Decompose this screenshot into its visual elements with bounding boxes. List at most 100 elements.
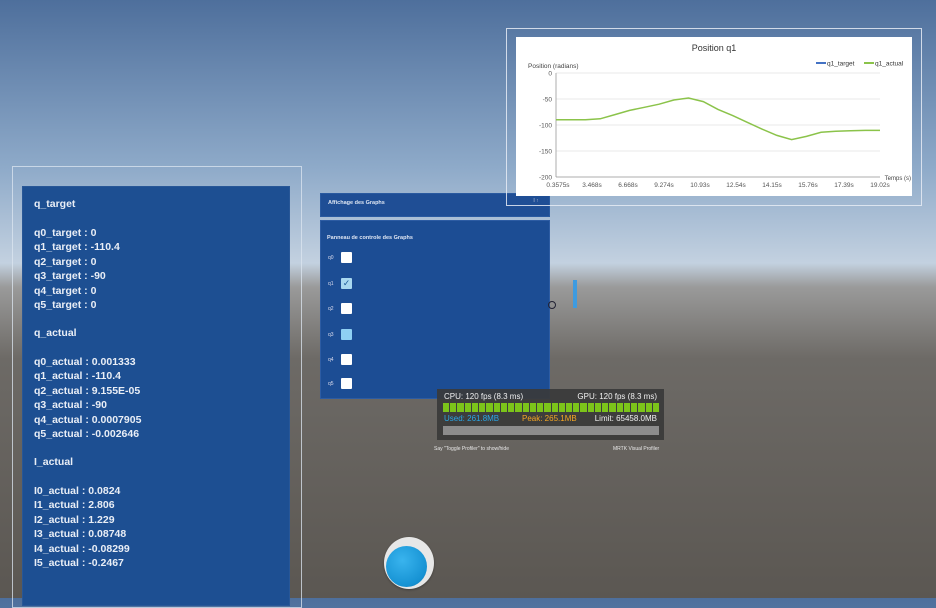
legend-label: q1_target	[827, 61, 855, 68]
frame-bar	[479, 403, 486, 412]
profiler-hint: Say "Toggle Profiler" to show/hide	[434, 446, 509, 452]
checkbox-label: q1	[328, 281, 334, 287]
q-target-value: q3_target : -90	[34, 270, 106, 283]
q-actual-value: q3_actual : -90	[34, 399, 107, 412]
frame-bar	[443, 403, 450, 412]
q-target-value: q0_target : 0	[34, 227, 97, 239]
q-actual-value: q1_actual : -110.4	[34, 370, 121, 383]
position-chart: Position q1 Position (radians) Temps (s) 0-…	[516, 37, 912, 196]
checkbox-row-q3[interactable]: q3	[328, 329, 368, 343]
heading-q-actual: q_actual	[34, 327, 77, 339]
profiler-name: MRTK Visual Profiler	[613, 446, 660, 452]
i-actual-value: I2_actual : 1.229	[34, 513, 115, 526]
x-tick-label: 10.93s	[690, 182, 710, 189]
visual-profiler: CPU: 120 fps (8.3 ms) GPU: 120 fps (8.3 …	[437, 389, 664, 440]
y-axis-label: Position (radians)	[528, 63, 579, 70]
i-actual-value: I0_actual : 0.0824	[34, 485, 121, 497]
q-actual-value: q5_actual : -0.002646	[34, 428, 140, 440]
frame-bar	[573, 403, 580, 412]
y-tick-label: 0	[548, 71, 552, 78]
frame-bar	[464, 403, 471, 412]
frame-bar	[500, 403, 508, 412]
checkbox-q4[interactable]	[341, 354, 352, 365]
x-tick-label: 3.468s	[582, 182, 602, 189]
legend-label: q1_actual	[875, 61, 904, 68]
frame-bar	[551, 403, 558, 412]
y-tick-label: -100	[539, 123, 552, 130]
frame-bar	[652, 403, 660, 412]
x-tick-label: 9.274s	[654, 182, 674, 189]
chart-title: Position q1	[692, 43, 737, 53]
x-tick-label: 19.02s	[870, 182, 890, 189]
frame-bar	[594, 403, 602, 412]
checkbox-q0[interactable]	[341, 252, 352, 263]
x-tick-label: 17.39s	[834, 182, 854, 189]
frame-bar	[609, 403, 616, 412]
checkbox-row-q1[interactable]: q1 ✓	[328, 278, 368, 292]
i-actual-value: I5_actual : -0.2467	[34, 557, 124, 569]
checkbox-q2[interactable]	[341, 303, 352, 314]
control-panel-title: Panneau de controle des Graphs	[327, 235, 413, 241]
checkbox-label: q5	[328, 381, 334, 387]
series-line-q1_actual	[556, 97, 880, 141]
chart-svg: Position q1Position (radians)Temps (s)0-…	[528, 43, 911, 189]
x-tick-label: 12.54s	[726, 182, 746, 189]
x-tick-label: 0.3575s	[546, 182, 570, 189]
frame-bar	[544, 403, 551, 412]
memory-bar	[443, 426, 659, 435]
frame-bar	[565, 403, 573, 412]
gpu-stat: GPU: 120 fps (8.3 ms)	[577, 392, 657, 401]
i-actual-value: I3_actual : 0.08748	[34, 528, 127, 541]
q-target-value: q2_target : 0	[34, 255, 97, 268]
frame-bar	[587, 403, 594, 412]
memory-limit: Limit: 65458.0MB	[594, 414, 657, 423]
checkbox-row-q2[interactable]: q2	[328, 303, 368, 317]
x-tick-label: 6.668s	[618, 182, 638, 189]
frame-bar	[450, 403, 457, 412]
q-actual-value: q4_actual : 0.0007905	[34, 413, 142, 426]
checkbox-q3[interactable]	[341, 329, 352, 340]
frame-bar	[631, 403, 638, 412]
frame-bar	[529, 403, 537, 412]
frame-bar	[493, 403, 500, 412]
frame-bar	[515, 403, 522, 412]
checkbox-row-q0[interactable]: q0	[328, 252, 368, 266]
frame-bar	[602, 403, 609, 412]
frame-bar	[616, 403, 623, 412]
frame-bar	[471, 403, 479, 412]
checkbox-row-q4[interactable]: q4	[328, 354, 368, 368]
y-tick-label: -200	[539, 175, 552, 182]
q-actual-value: q2_actual : 9.155E-05	[34, 384, 141, 397]
y-tick-label: -50	[543, 97, 553, 104]
checkbox-q5[interactable]	[341, 378, 352, 389]
round-push-button[interactable]	[384, 537, 434, 589]
cursor-icon	[548, 301, 556, 309]
memory-peak: Peak: 265.1MB	[522, 414, 577, 423]
heading-q-target: q_target	[34, 198, 76, 210]
frame-bar	[522, 403, 529, 412]
frame-bar	[537, 403, 544, 412]
checkbox-row-q5[interactable]: q5	[328, 378, 368, 392]
graph-display-title: Affichage des Graphs	[328, 200, 385, 206]
frame-bar	[638, 403, 645, 412]
heading-i-actual: I_actual	[34, 456, 74, 468]
graph-control-panel: Panneau de controle des Graphs q0 q1 ✓ q2 q3…	[320, 220, 550, 399]
i-actual-value: I4_actual : -0.08299	[34, 542, 130, 555]
frame-bar	[486, 403, 493, 412]
cpu-stat: CPU: 120 fps (8.3 ms)	[444, 392, 524, 401]
checkbox-label: q4	[328, 357, 334, 363]
i-actual-value: I1_actual : 2.806	[34, 499, 115, 512]
frame-bar	[580, 403, 587, 412]
frame-rate-bars	[443, 403, 660, 412]
y-tick-label: -150	[539, 149, 552, 156]
slate-handle-bar[interactable]	[573, 280, 577, 308]
q-target-value: q5_target : 0	[34, 299, 97, 311]
checkbox-q1[interactable]: ✓	[341, 278, 352, 289]
memory-used: Used: 261.8MB	[444, 414, 500, 423]
frame-bar	[558, 403, 565, 412]
button-cap	[386, 546, 427, 587]
frame-bar	[508, 403, 515, 412]
q-target-value: q1_target : -110.4	[34, 241, 120, 254]
checkbox-label: q3	[328, 332, 334, 338]
joint-data-panel: q_target q0_target : 0 q1_target : -110.4 q…	[22, 186, 290, 606]
